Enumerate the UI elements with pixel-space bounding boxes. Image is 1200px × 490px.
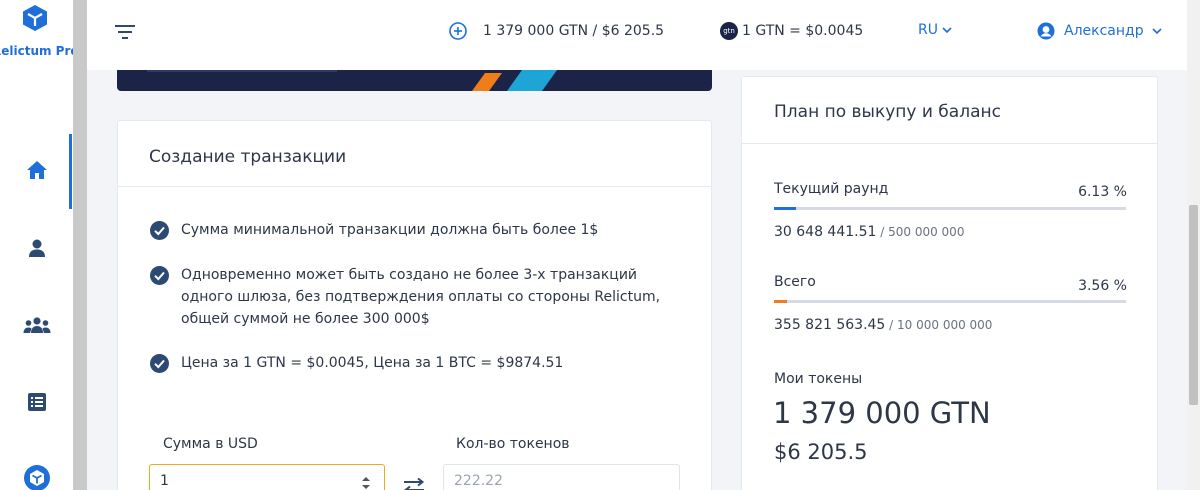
plan-title: План по выкупу и баланс <box>774 102 1001 122</box>
brand-name: Relictum Pro <box>0 44 79 58</box>
overall-label: Всего <box>774 274 816 290</box>
brand[interactable]: Relictum Pro <box>0 4 79 58</box>
rule-text: Одновременно может быть создано не более… <box>181 267 661 327</box>
sidebar-item-profile[interactable] <box>0 228 73 268</box>
page-scrollbar-thumb[interactable] <box>1189 205 1198 405</box>
current-round-label: Текущий раунд <box>774 181 889 197</box>
overall-progress <box>774 300 1126 303</box>
user-icon <box>28 239 45 257</box>
sidebar-item-transactions[interactable] <box>0 382 73 422</box>
overall-sold: 355 821 563.45 <box>774 317 886 333</box>
balance-display[interactable]: 1 379 000 GTN / $6 205.5 <box>449 22 664 40</box>
cube-icon <box>23 465 50 490</box>
my-tokens-label: Мои токены <box>774 371 863 387</box>
sidebar: Relictum Pro <box>0 0 79 490</box>
gtn-coin-icon: gtn <box>720 22 738 40</box>
token-amount-label: Кол-во токенов <box>456 436 570 452</box>
rate-text: 1 GTN = $0.0045 <box>742 23 864 39</box>
home-icon <box>26 161 47 179</box>
page-scrollbar[interactable] <box>1187 0 1200 490</box>
user-menu[interactable]: Александр <box>1037 22 1162 40</box>
overall-percent: 3.56 % <box>1078 278 1127 294</box>
check-circle-icon <box>150 354 169 373</box>
usd-amount-value: 1 <box>160 473 169 489</box>
rule-text: Сумма минимальной транзакции должна быть… <box>181 222 599 238</box>
rule-item: Цена за 1 GTN = $0.0045, Цена за 1 BTC =… <box>150 352 690 374</box>
rule-text: Цена за 1 GTN = $0.0045, Цена за 1 BTC =… <box>181 355 564 371</box>
my-tokens-amount: 1 379 000 GTN <box>773 396 991 430</box>
user-avatar-icon <box>1037 22 1055 40</box>
current-round-percent: 6.13 % <box>1078 184 1127 200</box>
banner-decoration <box>147 70 557 91</box>
sidebar-item-team[interactable] <box>0 305 73 345</box>
balance-gtn: 1 379 000 GTN <box>483 23 589 39</box>
rate-display: gtn 1 GTN = $0.0045 <box>720 22 863 40</box>
promo-banner[interactable] <box>117 70 712 91</box>
cube-logo-icon <box>23 5 47 31</box>
list-icon <box>27 393 46 411</box>
overall-progress-fill <box>774 300 787 303</box>
chevron-down-icon <box>942 27 952 33</box>
balance-usd: $6 205.5 <box>601 23 665 39</box>
user-name: Александр <box>1064 23 1144 39</box>
token-amount-value: 222.22 <box>454 473 503 489</box>
add-circle-icon <box>449 22 467 40</box>
sidebar-scrollbar[interactable] <box>73 0 87 490</box>
rule-item: Сумма минимальной транзакции должна быть… <box>150 219 690 241</box>
check-circle-icon <box>150 266 169 285</box>
current-round-value: 30 648 441.51 / 500 000 000 <box>774 224 964 240</box>
usd-amount-input[interactable]: 1 <box>149 464 385 490</box>
plan-divider <box>742 143 1157 144</box>
rule-item: Одновременно может быть создано не более… <box>150 264 690 330</box>
language-label: RU <box>918 22 938 38</box>
current-round-progress-fill <box>774 207 796 210</box>
check-circle-icon <box>150 221 169 240</box>
menu-toggle-button[interactable] <box>115 24 135 40</box>
swap-arrows-icon[interactable] <box>403 478 425 490</box>
users-icon <box>23 317 50 333</box>
token-amount-input[interactable]: 222.22 <box>443 464 680 490</box>
my-tokens-usd: $6 205.5 <box>774 440 868 464</box>
top-header: 1 379 000 GTN / $6 205.5 gtn 1 GTN = $0.… <box>87 0 1187 70</box>
usd-amount-label: Сумма в USD <box>163 436 258 452</box>
current-round-sold: 30 648 441.51 <box>774 224 877 240</box>
filter-menu-icon <box>115 25 135 39</box>
balance-separator: / <box>588 23 602 39</box>
sidebar-item-home[interactable] <box>0 150 73 190</box>
transaction-title: Создание транзакции <box>149 147 347 167</box>
number-spinner-icon[interactable] <box>362 477 370 489</box>
overall-total: / 10 000 000 000 <box>885 318 993 332</box>
overall-value: 355 821 563.45 / 10 000 000 000 <box>774 317 992 333</box>
transaction-divider <box>118 186 711 187</box>
chevron-down-icon <box>1152 28 1162 34</box>
sidebar-item-wallet[interactable] <box>0 458 73 490</box>
current-round-total: / 500 000 000 <box>876 225 965 239</box>
current-round-progress <box>774 207 1126 210</box>
language-select[interactable]: RU <box>918 22 952 38</box>
